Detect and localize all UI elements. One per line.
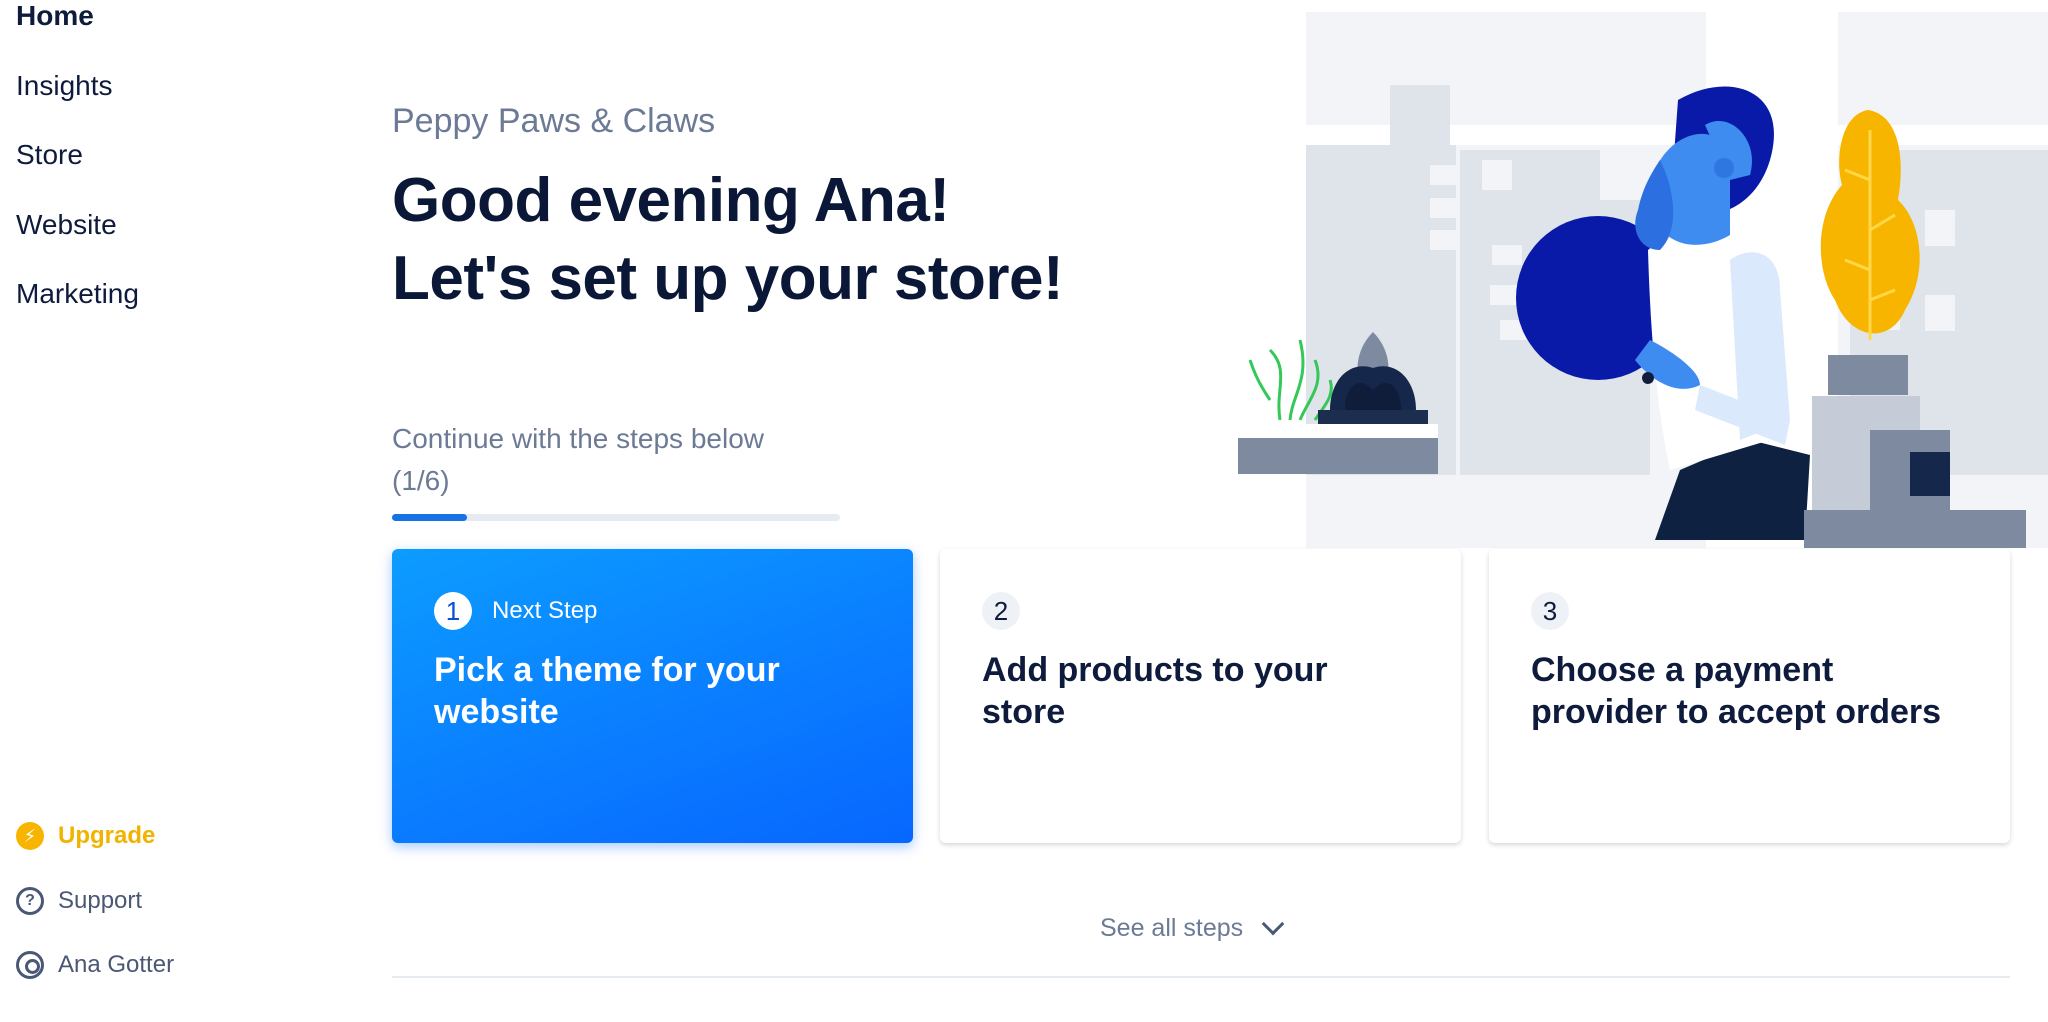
progress-fill (392, 514, 467, 521)
nav-item-website[interactable]: Website (16, 209, 117, 241)
nav-item-marketing[interactable]: Marketing (16, 278, 139, 310)
step-number: 2 (982, 592, 1020, 630)
step-title: Add products to your store (982, 651, 1328, 731)
step-card-2[interactable]: 2 Add products to your store (940, 549, 1461, 843)
shelf (1238, 436, 1438, 474)
divider (392, 976, 2010, 978)
step-number: 3 (1531, 592, 1569, 630)
sidebar: Home Insights Store Website Marketing ⚡ … (0, 0, 330, 1022)
store-setup-illustration (1238, 12, 2048, 548)
progress-count: (1/6) (392, 465, 450, 496)
user-icon (16, 951, 44, 979)
greeting-line: Good evening Ana! (392, 166, 950, 235)
step-title: Choose a payment provider to accept orde… (1531, 651, 1942, 731)
account-name: Ana Gotter (58, 951, 175, 978)
bolt-icon: ⚡ (16, 822, 44, 850)
progress-label: Continue with the steps below (1/6) (392, 418, 764, 502)
help-icon: ? (16, 887, 44, 915)
store-name: Peppy Paws & Claws (392, 102, 716, 140)
chevron-down-icon (1261, 912, 1285, 935)
see-all-label: See all steps (1100, 914, 1244, 942)
progress-bar (392, 514, 840, 521)
next-step-tag: Next Step (492, 597, 598, 624)
nav-item-insights[interactable]: Insights (16, 70, 113, 102)
upgrade-label: Upgrade (58, 822, 156, 849)
support-link[interactable]: ? Support (16, 887, 142, 915)
progress-text: Continue with the steps below (392, 423, 764, 454)
setup-line: Let's set up your store! (392, 244, 1064, 313)
step-number: 1 (434, 592, 472, 630)
nav-item-store[interactable]: Store (16, 139, 83, 171)
shelf-top (1238, 424, 1438, 438)
nav-item-home[interactable]: Home (16, 0, 94, 32)
step-title: Pick a theme for your website (434, 651, 780, 731)
page-title: Good evening Ana! Let's set up your stor… (392, 162, 1064, 318)
upgrade-link[interactable]: ⚡ Upgrade (16, 822, 155, 850)
support-label: Support (58, 887, 143, 914)
account-link[interactable]: Ana Gotter (16, 951, 174, 979)
see-all-steps-button[interactable]: See all steps (1100, 912, 1285, 943)
step-card-3[interactable]: 3 Choose a payment provider to accept or… (1489, 549, 2010, 843)
step-card-1[interactable]: 1 Next Step Pick a theme for your websit… (392, 549, 913, 843)
